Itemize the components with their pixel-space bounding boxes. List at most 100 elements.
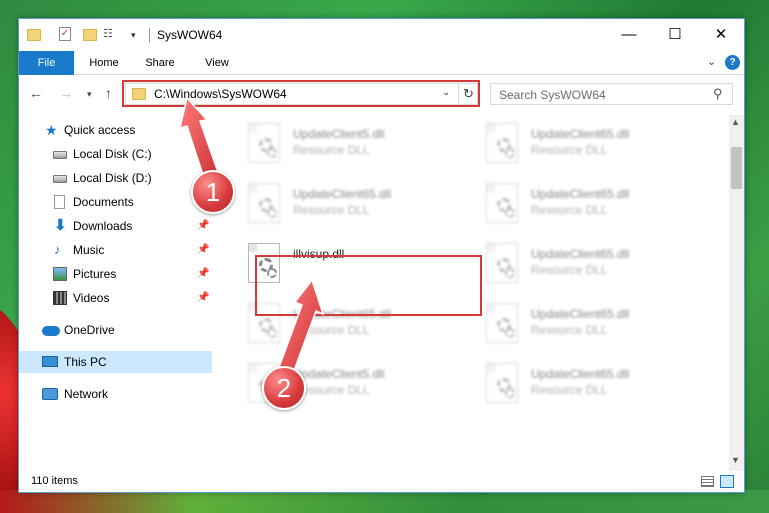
- tab-view[interactable]: View: [192, 51, 242, 75]
- videos-icon: [53, 291, 67, 305]
- downloads-icon: ⬇: [54, 217, 67, 234]
- properties-check-icon[interactable]: ✓: [59, 27, 71, 41]
- drive-icon: [53, 175, 67, 183]
- sidebar-item-label: Network: [64, 387, 109, 401]
- file-item[interactable]: UpdateClient5.dll Resource DLL: [240, 121, 470, 173]
- title-bar: ✓ ☷ ▾ SysWOW64 — ☐ ✕: [19, 19, 744, 51]
- help-icon[interactable]: ?: [725, 55, 740, 70]
- background-strip: [0, 490, 769, 513]
- scroll-down-icon[interactable]: ▼: [731, 455, 740, 465]
- search-icon[interactable]: ⚲: [713, 86, 723, 102]
- file-item[interactable]: UpdateClient65.dll Resource DLL: [478, 241, 708, 293]
- documents-icon: [54, 195, 65, 209]
- this-pc-icon: [42, 356, 58, 367]
- sidebar-item-network[interactable]: Network: [19, 383, 212, 405]
- file-type: Resource DLL: [531, 323, 608, 337]
- vertical-scrollbar[interactable]: ▲ ▼: [729, 115, 744, 471]
- file-highlight-box: [255, 255, 482, 316]
- minimize-button[interactable]: —: [606, 19, 652, 51]
- new-folder-icon[interactable]: [83, 29, 97, 41]
- customize-dropdown-icon[interactable]: ▾: [131, 27, 141, 43]
- sidebar-item-label: Quick access: [64, 123, 136, 137]
- up-arrow-icon[interactable]: ↑: [105, 85, 112, 101]
- properties-icon[interactable]: ☷: [103, 27, 117, 41]
- onedrive-icon: [42, 326, 60, 336]
- tab-file[interactable]: File: [19, 51, 74, 75]
- sidebar-item-local-disk-d[interactable]: Local Disk (D:): [19, 167, 212, 189]
- dll-file-icon: [486, 243, 518, 283]
- scroll-up-icon[interactable]: ▲: [731, 117, 740, 127]
- sidebar-item-label: Downloads: [73, 219, 133, 233]
- ribbon-tabs: File Home Share View ⌄ ?: [19, 51, 744, 75]
- file-type: Resource DLL: [531, 203, 608, 217]
- maximize-button[interactable]: ☐: [652, 19, 698, 51]
- sidebar-item-label: Local Disk (D:): [73, 171, 152, 185]
- sidebar-item-onedrive[interactable]: OneDrive: [19, 319, 212, 341]
- details-view-icon[interactable]: [701, 476, 714, 487]
- address-highlight-box: [122, 80, 480, 107]
- file-type: Resource DLL: [531, 263, 608, 277]
- window-title: SysWOW64: [157, 28, 223, 42]
- file-name: UpdateClient65.dll: [531, 247, 630, 261]
- dll-file-icon: [486, 363, 518, 403]
- network-icon: [42, 388, 58, 400]
- dll-file-icon: [248, 183, 280, 223]
- music-icon: ♪: [54, 242, 61, 257]
- star-icon: ★: [45, 122, 58, 138]
- folder-icon[interactable]: [27, 29, 41, 41]
- file-name: UpdateClient65.dll: [531, 367, 630, 381]
- navigation-pane: ★ Quick access Local Disk (C:) Local Dis…: [19, 117, 215, 467]
- tab-home[interactable]: Home: [79, 51, 129, 75]
- scroll-thumb[interactable]: [731, 147, 742, 189]
- drive-icon: [53, 151, 67, 159]
- sidebar-item-label: Documents: [73, 195, 134, 209]
- search-input[interactable]: Search SysWOW64 ⚲: [490, 83, 733, 105]
- large-icons-view-icon[interactable]: [720, 475, 734, 488]
- sidebar-item-downloads[interactable]: ⬇ Downloads 📌: [19, 215, 212, 237]
- sidebar-item-music[interactable]: ♪ Music 📌: [19, 239, 212, 261]
- file-type: Resource DLL: [531, 383, 608, 397]
- file-name: UpdateClient65.dll: [531, 187, 630, 201]
- forward-arrow-icon[interactable]: →: [59, 85, 73, 101]
- step-2-badge: 2: [262, 366, 306, 410]
- recent-locations-icon[interactable]: ▾: [87, 89, 92, 100]
- file-name: UpdateClient65.dll: [531, 307, 630, 321]
- file-explorer-window: ✓ ☷ ▾ SysWOW64 — ☐ ✕ File Home Share Vie…: [18, 18, 745, 493]
- address-row: ← → ▾ ↑ C:\Windows\SysWOW64 ⌄ ↻ Search S…: [19, 76, 744, 112]
- sidebar-item-local-disk-c[interactable]: Local Disk (C:): [19, 143, 212, 165]
- file-item[interactable]: UpdateClient65.dll Resource DLL: [240, 181, 470, 233]
- sidebar-item-pictures[interactable]: Pictures 📌: [19, 263, 212, 285]
- file-item[interactable]: UpdateClient65.dll Resource DLL: [478, 301, 708, 353]
- item-count: 110 items: [31, 475, 78, 487]
- file-type: Resource DLL: [293, 323, 370, 337]
- expand-ribbon-icon[interactable]: ⌄: [707, 55, 716, 68]
- title-separator: [149, 28, 150, 43]
- file-type: Resource DLL: [293, 203, 370, 217]
- sidebar-item-label: Music: [73, 243, 105, 257]
- status-bar: 110 items: [19, 471, 744, 493]
- dll-file-icon: [486, 123, 518, 163]
- pin-icon[interactable]: 📌: [197, 263, 209, 285]
- tab-share[interactable]: Share: [135, 51, 185, 75]
- sidebar-item-this-pc[interactable]: This PC: [19, 351, 212, 373]
- file-item[interactable]: UpdateClient65.dll Resource DLL: [478, 121, 708, 173]
- file-item[interactable]: UpdateClient65.dll Resource DLL: [478, 181, 708, 233]
- sidebar-item-documents[interactable]: Documents 📌: [19, 191, 212, 213]
- pin-icon[interactable]: 📌: [197, 215, 209, 237]
- file-item[interactable]: UpdateClient65.dll Resource DLL: [478, 361, 708, 413]
- close-button[interactable]: ✕: [698, 19, 744, 51]
- sidebar-item-videos[interactable]: Videos 📌: [19, 287, 212, 309]
- back-arrow-icon[interactable]: ←: [29, 85, 43, 101]
- file-name: UpdateClient5.dll: [293, 367, 385, 381]
- sidebar-item-label: Local Disk (C:): [73, 147, 152, 161]
- dll-file-icon: [248, 123, 280, 163]
- file-name: UpdateClient5.dll: [293, 127, 385, 141]
- file-name: UpdateClient65.dll: [293, 187, 392, 201]
- pictures-icon: [53, 267, 67, 281]
- dll-file-icon: [486, 183, 518, 223]
- pin-icon[interactable]: 📌: [197, 287, 209, 309]
- dll-file-icon: [486, 303, 518, 343]
- sidebar-item-label: This PC: [64, 355, 107, 369]
- sidebar-item-quick-access[interactable]: ★ Quick access: [19, 119, 212, 141]
- pin-icon[interactable]: 📌: [197, 239, 209, 261]
